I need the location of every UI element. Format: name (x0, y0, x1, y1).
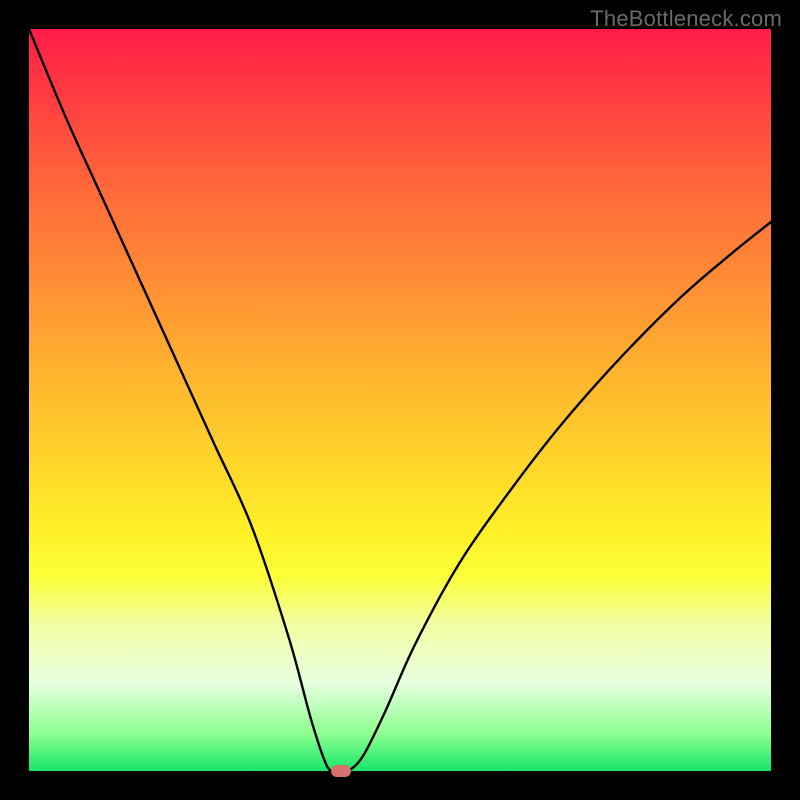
chart-frame: TheBottleneck.com (0, 0, 800, 800)
plot-area (29, 29, 771, 771)
bottleneck-curve (29, 29, 771, 771)
watermark-text: TheBottleneck.com (590, 6, 782, 32)
optimum-marker (331, 765, 351, 777)
